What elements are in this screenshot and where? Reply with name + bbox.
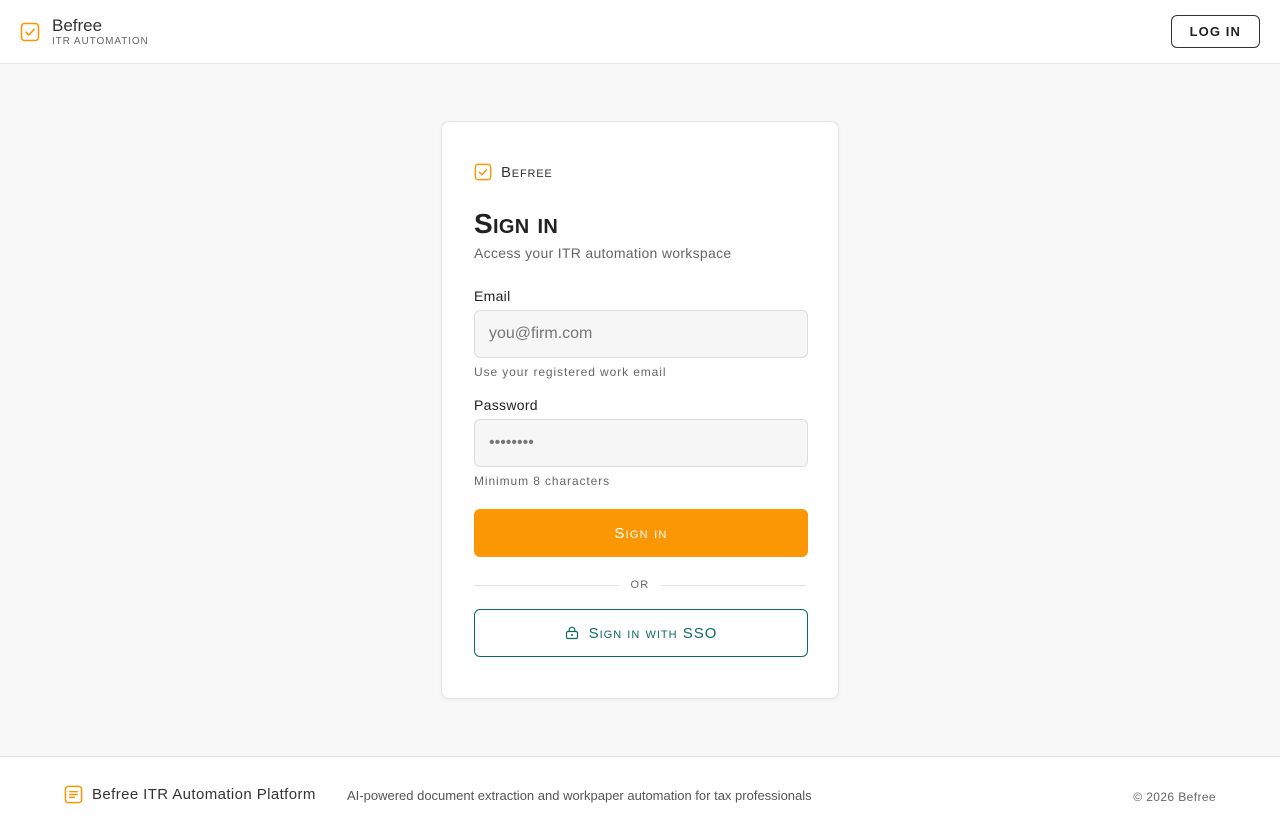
- sso-button-label: Sign in with SSO: [588, 624, 718, 642]
- divider-line-left: [474, 584, 619, 586]
- or-divider: OR: [474, 578, 806, 592]
- lock-icon: [565, 626, 579, 640]
- divider-line-right: [661, 584, 806, 586]
- email-hint: Use your registered work email: [474, 365, 667, 379]
- footer-copyright: © 2026 Befree: [1133, 790, 1216, 804]
- divider-label: OR: [630, 579, 650, 591]
- footer-tagline: AI-powered document extraction and workp…: [347, 788, 812, 803]
- card-brand: Befree: [474, 162, 806, 182]
- document-list-icon: [64, 785, 83, 804]
- password-field[interactable]: [474, 419, 808, 467]
- email-label: Email: [474, 288, 511, 304]
- page-subtitle: Access your ITR automation workspace: [474, 245, 732, 261]
- header-brand[interactable]: Befree ITR AUTOMATION: [20, 16, 149, 48]
- sign-in-button[interactable]: Sign in: [474, 509, 808, 557]
- login-button[interactable]: LOG IN: [1170, 15, 1260, 48]
- check-square-icon: [474, 163, 492, 181]
- card-brand-name: Befree: [501, 163, 553, 181]
- footer-brand: Befree ITR Automation Platform: [64, 785, 316, 804]
- email-field[interactable]: [474, 310, 808, 358]
- top-navbar: Befree ITR AUTOMATION LOG IN: [0, 0, 1280, 64]
- page-title: Sign in: [474, 208, 559, 239]
- header-brand-subtitle: ITR AUTOMATION: [52, 35, 149, 47]
- sign-in-card: Befree Sign in Access your ITR automatio…: [441, 121, 839, 699]
- footer-brand-name: Befree ITR Automation Platform: [92, 786, 316, 803]
- page-footer: Befree ITR Automation Platform AI-powere…: [0, 756, 1280, 833]
- password-label: Password: [474, 397, 538, 413]
- check-square-icon: [20, 22, 40, 42]
- header-brand-name: Befree: [52, 15, 103, 35]
- sso-sign-in-button[interactable]: Sign in with SSO: [474, 609, 808, 657]
- password-hint: Minimum 8 characters: [474, 474, 611, 488]
